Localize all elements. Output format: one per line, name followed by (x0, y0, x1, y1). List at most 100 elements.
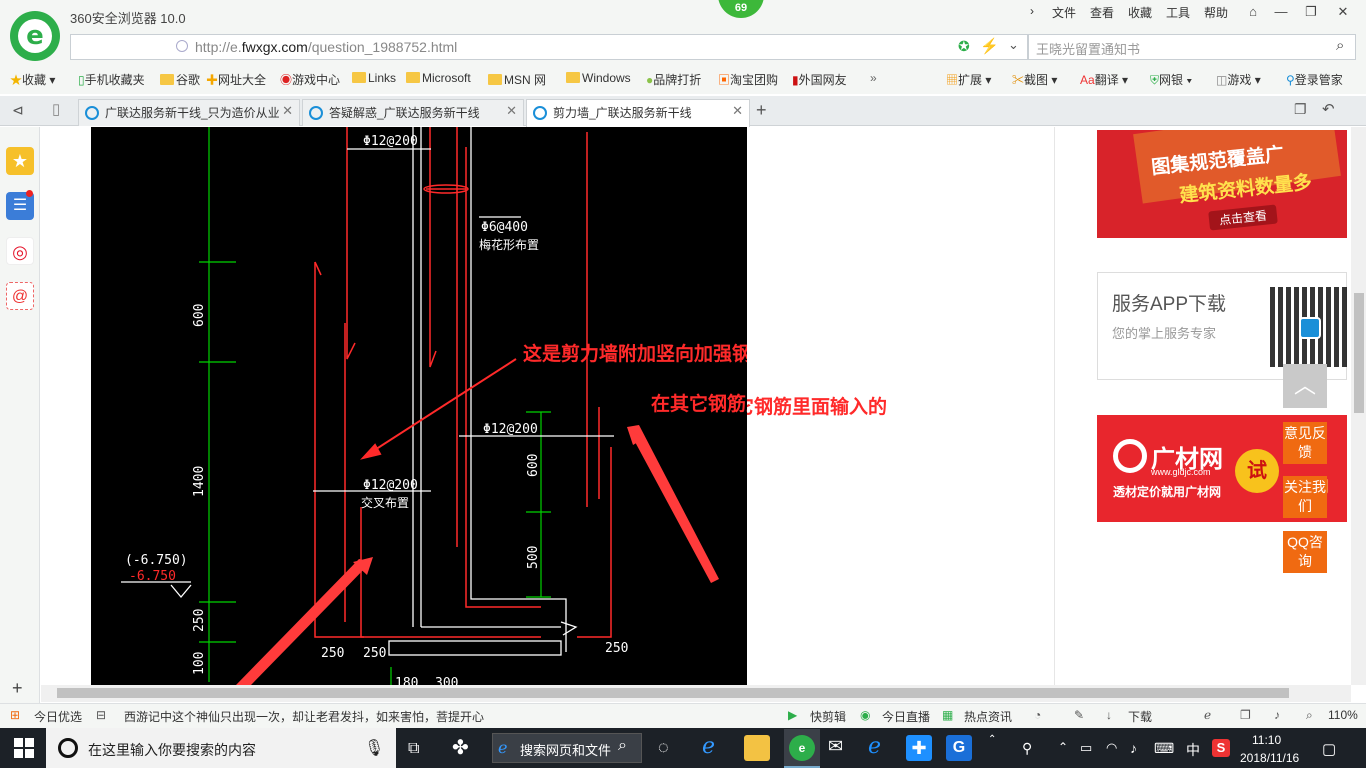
fav-games[interactable]: ◉游戏中心 (280, 71, 340, 88)
url-text[interactable]: http://e.fwxgx.com/question_1988752.html (195, 39, 457, 55)
mobile-icon[interactable]: ▯ (52, 100, 60, 118)
vertical-scroll-thumb[interactable] (1354, 293, 1364, 413)
status-hot-news[interactable]: 热点资讯 (964, 708, 1012, 725)
tool-bank[interactable]: ⛨网银 ▾ (1150, 71, 1192, 88)
browser-360-taskbar-icon[interactable]: e (789, 735, 815, 761)
glodon-icon[interactable]: G (946, 735, 972, 761)
tool-login[interactable]: ⚲登录管家 (1286, 71, 1343, 88)
search-input[interactable]: 王晓光留置通知书 (1036, 39, 1140, 58)
ie-mode-icon[interactable]: ℯ (1204, 708, 1211, 722)
ad-banner-atlas[interactable]: 图集规范覆盖广 建筑资料数量多 点击查看 (1097, 130, 1347, 238)
menu-favorites[interactable]: 收藏 (1128, 4, 1152, 21)
undo-close-icon[interactable]: ↶ (1322, 100, 1335, 118)
browser-logo-icon[interactable]: e (10, 11, 60, 61)
close-button[interactable]: ✕ (1330, 2, 1356, 22)
download-label[interactable]: 下载 (1128, 708, 1152, 725)
close-icon[interactable]: ✕ (282, 103, 293, 119)
chevron-down-icon[interactable]: ⌄ (1008, 37, 1019, 53)
tab-2[interactable]: 答疑解惑_广联达服务新干线 ✕ (302, 99, 524, 126)
tool-translate[interactable]: Aa翻译 ▾ (1080, 71, 1128, 88)
file-explorer-icon[interactable] (744, 735, 770, 761)
fav-microsoft[interactable]: Microsoft (406, 71, 471, 85)
sidebar-toggle-icon[interactable]: ⊲ (12, 102, 24, 119)
search-icon[interactable]: ⌕ (618, 737, 627, 755)
status-quick-edit[interactable]: 快剪辑 (810, 708, 846, 725)
favorites-sidebar-icon[interactable]: ★ (6, 147, 34, 175)
close-icon[interactable]: ✕ (732, 103, 743, 119)
windows-start-icon[interactable] (14, 738, 34, 758)
mail-icon[interactable]: ✉ (828, 736, 843, 757)
skin-icon[interactable]: ⌂ (1240, 2, 1266, 22)
weibo-icon[interactable]: ◎ (6, 237, 34, 265)
tab-1[interactable]: 广联达服务新干线_只为造价从业 ✕ (78, 99, 300, 126)
search-icon[interactable]: ⌕ (1336, 37, 1344, 54)
tool-extensions[interactable]: ▦扩展 ▾ (946, 71, 991, 88)
back-to-top-button[interactable]: ︿ (1283, 364, 1327, 408)
close-icon[interactable]: ✕ (506, 103, 517, 119)
speed-icon[interactable]: ⚡ (980, 37, 999, 55)
vertical-scrollbar[interactable] (1351, 127, 1366, 685)
security-icon[interactable]: ✪ (958, 38, 970, 55)
people-icon[interactable]: ⚲ (1022, 740, 1032, 757)
today-picks[interactable]: 今日优选 (34, 708, 82, 725)
battery-icon[interactable]: ▭ (1080, 740, 1092, 756)
more-icon[interactable]: » (870, 71, 877, 85)
chevron-right-icon[interactable]: › (1030, 4, 1034, 18)
menu-help[interactable]: 帮助 (1204, 4, 1228, 21)
fav-windows[interactable]: Windows (566, 71, 631, 85)
horizontal-scrollbar[interactable] (41, 685, 1351, 702)
keyboard-icon[interactable]: ⌨ (1154, 740, 1174, 757)
fav-google[interactable]: 谷歌 (160, 71, 200, 88)
tool-screenshot[interactable]: ✂截图 ▾ (1012, 71, 1057, 88)
ime-indicator[interactable]: 中 (1186, 740, 1200, 760)
fav-taobao[interactable]: ▣淘宝团购 (718, 71, 778, 88)
news-ticker[interactable]: 西游记中这个神仙只出现一次，却让老君发抖，如来害怕，菩提开心 (124, 708, 484, 725)
taskbar-search-input[interactable]: 在这里输入你要搜索的内容 (88, 740, 256, 760)
chevron-up-icon[interactable]: ⌃ (988, 734, 996, 745)
minimize-button[interactable]: — (1268, 2, 1294, 22)
pinwheel-icon[interactable]: ✤ (452, 735, 469, 760)
fav-hao[interactable]: ✚网址大全 (206, 71, 266, 88)
new-tab-button[interactable]: + (756, 100, 767, 121)
restore-button[interactable]: ❐ (1298, 2, 1324, 22)
add-sidebar-button[interactable]: + (12, 678, 23, 699)
wifi-icon[interactable]: ◠ (1106, 740, 1117, 756)
menu-view[interactable]: 查看 (1090, 4, 1114, 21)
volume-icon[interactable]: ♪ (1274, 708, 1280, 722)
fav-foreign[interactable]: ▮外国网友 (792, 71, 847, 88)
window-icon[interactable]: ❐ (1240, 708, 1251, 722)
follow-us-button[interactable]: 关注我们 (1283, 476, 1327, 518)
status-live[interactable]: 今日直播 (882, 708, 930, 725)
horizontal-scroll-thumb[interactable] (57, 688, 1289, 698)
pin-icon[interactable]: ✎ (1074, 708, 1084, 722)
menu-tools[interactable]: 工具 (1166, 4, 1190, 21)
fav-msn[interactable]: MSN 网 (488, 71, 546, 88)
microphone-icon[interactable]: 🎙 (364, 738, 384, 758)
action-center-icon[interactable]: ▢ (1322, 740, 1336, 758)
ie-taskbar-icon[interactable]: ℯ (702, 733, 715, 759)
qq-consult-button[interactable]: QQ咨询 (1283, 531, 1327, 573)
sogou-icon[interactable]: S (1212, 739, 1230, 757)
web-search-input[interactable]: 搜索网页和文件 (520, 740, 611, 759)
edge-icon[interactable]: ℯ (868, 733, 881, 759)
speed-test-icon[interactable]: ◔ (1034, 708, 1041, 722)
ad1-button[interactable]: 点击查看 (1208, 204, 1278, 231)
tab-3-active[interactable]: 剪力墙_广联达服务新干线 ✕ (526, 99, 750, 127)
clock-date[interactable]: 2018/11/16 (1240, 751, 1299, 765)
browser-360-icon[interactable]: ◌ (658, 737, 669, 758)
favorites-star[interactable]: ★收藏 ▾ (10, 71, 55, 88)
menu-file[interactable]: 文件 (1052, 4, 1076, 21)
remote-icon[interactable]: ✚ (906, 735, 932, 761)
tab-list-icon[interactable]: ❐ (1294, 101, 1307, 118)
tray-expand-icon[interactable]: ⌃ (1058, 740, 1068, 754)
zoom-level[interactable]: 110% (1328, 708, 1358, 722)
fav-brand[interactable]: ●品牌打折 (646, 71, 701, 88)
feedback-button[interactable]: 意见反馈 (1283, 422, 1327, 464)
clock-time[interactable]: 11:10 (1252, 733, 1281, 747)
task-view-icon[interactable]: ⧉ (408, 740, 419, 758)
fav-links[interactable]: Links (352, 71, 396, 85)
volume-icon[interactable]: ♪ (1130, 740, 1137, 756)
fav-mobile[interactable]: ▯手机收藏夹 (78, 71, 145, 88)
mail-icon[interactable]: @ (6, 282, 34, 310)
tool-games[interactable]: ◫游戏 ▾ (1216, 71, 1261, 88)
